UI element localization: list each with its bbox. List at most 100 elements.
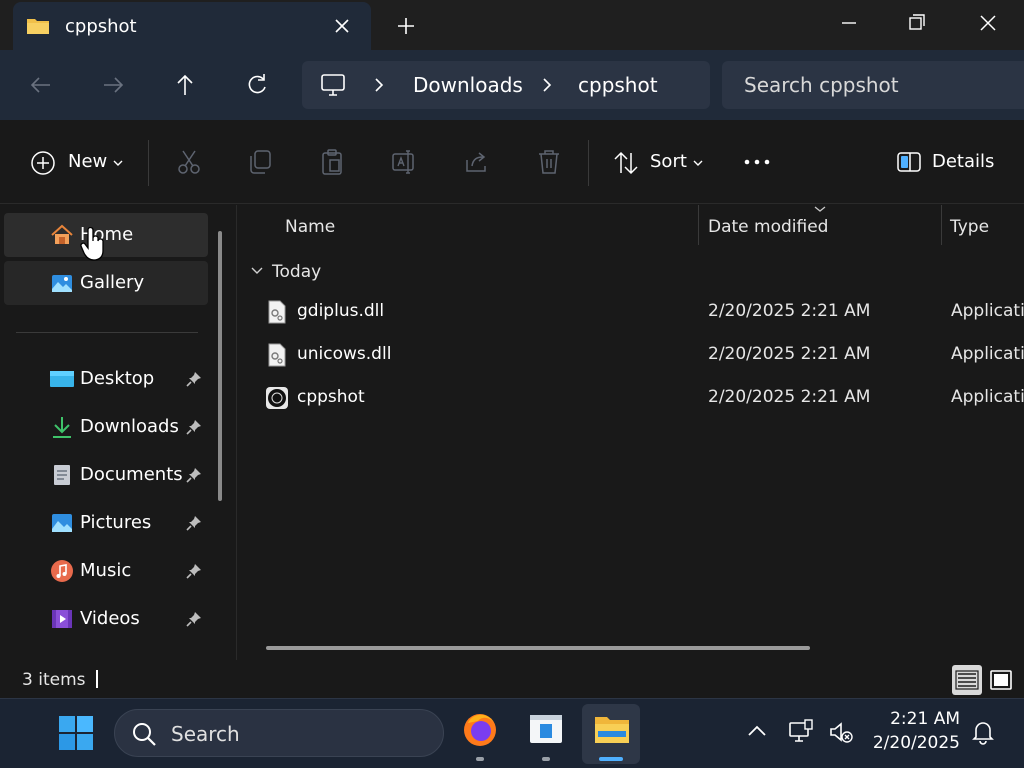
close-window-icon[interactable] [973, 8, 1003, 38]
toolbar-separator [588, 140, 589, 186]
cut-icon[interactable] [175, 148, 203, 176]
title-bar: cppshot [0, 0, 1024, 50]
refresh-icon[interactable] [242, 70, 272, 100]
chevron-right-icon[interactable] [372, 77, 386, 93]
clock-time[interactable]: 2:21 AM [880, 709, 960, 729]
table-row[interactable]: gdiplus.dll 2/20/2025 2:21 AM Applicatio [258, 292, 1024, 332]
minimize-icon[interactable] [834, 8, 864, 38]
column-header-name[interactable]: Name [285, 217, 335, 237]
up-icon[interactable] [170, 70, 200, 100]
sidebar-divider [16, 332, 198, 333]
sort-button[interactable]: Sort [612, 146, 712, 178]
home-icon [51, 224, 73, 244]
plus-circle-icon [31, 151, 55, 175]
windows-start-icon[interactable] [58, 715, 94, 751]
taskbar-search[interactable]: Search [114, 709, 444, 757]
pictures-icon [52, 514, 72, 532]
pin-icon[interactable] [186, 515, 202, 531]
file-type: Applicatio [951, 387, 1024, 407]
column-divider[interactable] [698, 205, 699, 245]
sidebar-item-music[interactable]: Music [4, 549, 208, 593]
notification-bell-icon[interactable] [970, 719, 996, 745]
notepad-icon[interactable] [526, 709, 566, 749]
file-date: 2/20/2025 2:21 AM [708, 344, 871, 364]
file-date: 2/20/2025 2:21 AM [708, 387, 871, 407]
chevron-down-icon [113, 160, 123, 166]
details-pane-icon [897, 152, 921, 172]
running-indicator [476, 757, 484, 761]
taskbar: Search 2:21 AM 2/20/2025 [0, 698, 1024, 768]
music-icon [51, 560, 73, 582]
share-icon[interactable] [463, 148, 491, 176]
column-divider[interactable] [941, 205, 942, 245]
table-row[interactable]: cppshot 2/20/2025 2:21 AM Applicatio [258, 378, 1024, 418]
file-type: Applicatio [951, 301, 1024, 321]
delete-icon[interactable] [535, 148, 563, 176]
rename-icon[interactable] [390, 148, 418, 176]
search-input[interactable]: Search cppshot [722, 61, 1024, 109]
more-options-icon[interactable] [742, 150, 772, 174]
file-list: Name Date modified Type Today gdiplus.dl… [238, 205, 1024, 660]
restore-icon[interactable] [902, 8, 932, 38]
sort-descending-icon [814, 206, 826, 212]
paste-icon[interactable] [318, 148, 346, 176]
file-type: Applicatio [951, 344, 1024, 364]
pin-icon[interactable] [186, 419, 202, 435]
text-caret [96, 670, 98, 688]
download-icon [53, 417, 71, 438]
breadcrumb-item-downloads[interactable]: Downloads [413, 73, 523, 97]
sidebar-item-label: Music [80, 560, 132, 581]
file-name: cppshot [297, 387, 365, 407]
active-indicator [599, 757, 623, 761]
gallery-icon [52, 275, 72, 292]
pin-icon[interactable] [186, 611, 202, 627]
details-view-icon[interactable] [952, 665, 982, 695]
table-row[interactable]: unicows.dll 2/20/2025 2:21 AM Applicatio [258, 335, 1024, 375]
new-button[interactable]: New [30, 146, 130, 178]
back-icon[interactable] [26, 70, 56, 100]
chevron-right-icon[interactable] [540, 77, 554, 93]
item-count: 3 items [22, 670, 86, 690]
details-button-label: Details [932, 151, 995, 172]
breadcrumb[interactable]: Downloads cppshot [302, 61, 710, 109]
large-icons-view-icon[interactable] [986, 665, 1016, 695]
close-tab-icon[interactable] [330, 14, 354, 38]
column-header-date-modified[interactable]: Date modified [708, 217, 828, 237]
sort-icon [614, 151, 638, 175]
folder-icon [27, 19, 49, 34]
documents-icon [54, 465, 70, 485]
sidebar-item-desktop[interactable]: Desktop [4, 357, 208, 401]
group-header-today[interactable]: Today [272, 262, 321, 282]
monitor-icon[interactable] [320, 73, 346, 97]
details-button[interactable]: Details [896, 146, 996, 178]
sidebar-item-gallery[interactable]: Gallery [4, 261, 208, 305]
dll-file-icon [268, 300, 286, 324]
sidebar-item-downloads[interactable]: Downloads [4, 405, 208, 449]
running-indicator [542, 757, 550, 761]
new-button-label: New [68, 151, 108, 172]
network-icon[interactable] [788, 719, 814, 745]
sidebar-item-videos[interactable]: Videos [4, 597, 208, 641]
horizontal-scrollbar[interactable] [266, 646, 810, 650]
sidebar-scrollbar[interactable] [218, 231, 222, 501]
chevron-down-icon [693, 160, 703, 166]
tab-cppshot[interactable]: cppshot [13, 2, 371, 50]
breadcrumb-item-cppshot[interactable]: cppshot [578, 73, 658, 97]
forward-icon[interactable] [98, 70, 128, 100]
new-tab-icon[interactable] [394, 14, 418, 38]
sort-button-label: Sort [650, 151, 687, 172]
column-header-type[interactable]: Type [950, 217, 989, 237]
volume-muted-icon[interactable] [828, 719, 854, 745]
pin-icon[interactable] [186, 467, 202, 483]
clock-date[interactable]: 2/20/2025 [860, 733, 960, 753]
file-explorer-icon[interactable] [592, 709, 632, 749]
pin-icon[interactable] [186, 371, 202, 387]
sidebar-item-pictures[interactable]: Pictures [4, 501, 208, 545]
chevron-up-icon[interactable] [744, 719, 770, 745]
status-bar: 3 items [0, 660, 1024, 698]
pin-icon[interactable] [186, 563, 202, 579]
firefox-icon[interactable] [460, 709, 500, 749]
copy-icon[interactable] [246, 148, 274, 176]
chevron-down-icon[interactable] [250, 265, 264, 277]
sidebar-item-documents[interactable]: Documents [4, 453, 208, 497]
